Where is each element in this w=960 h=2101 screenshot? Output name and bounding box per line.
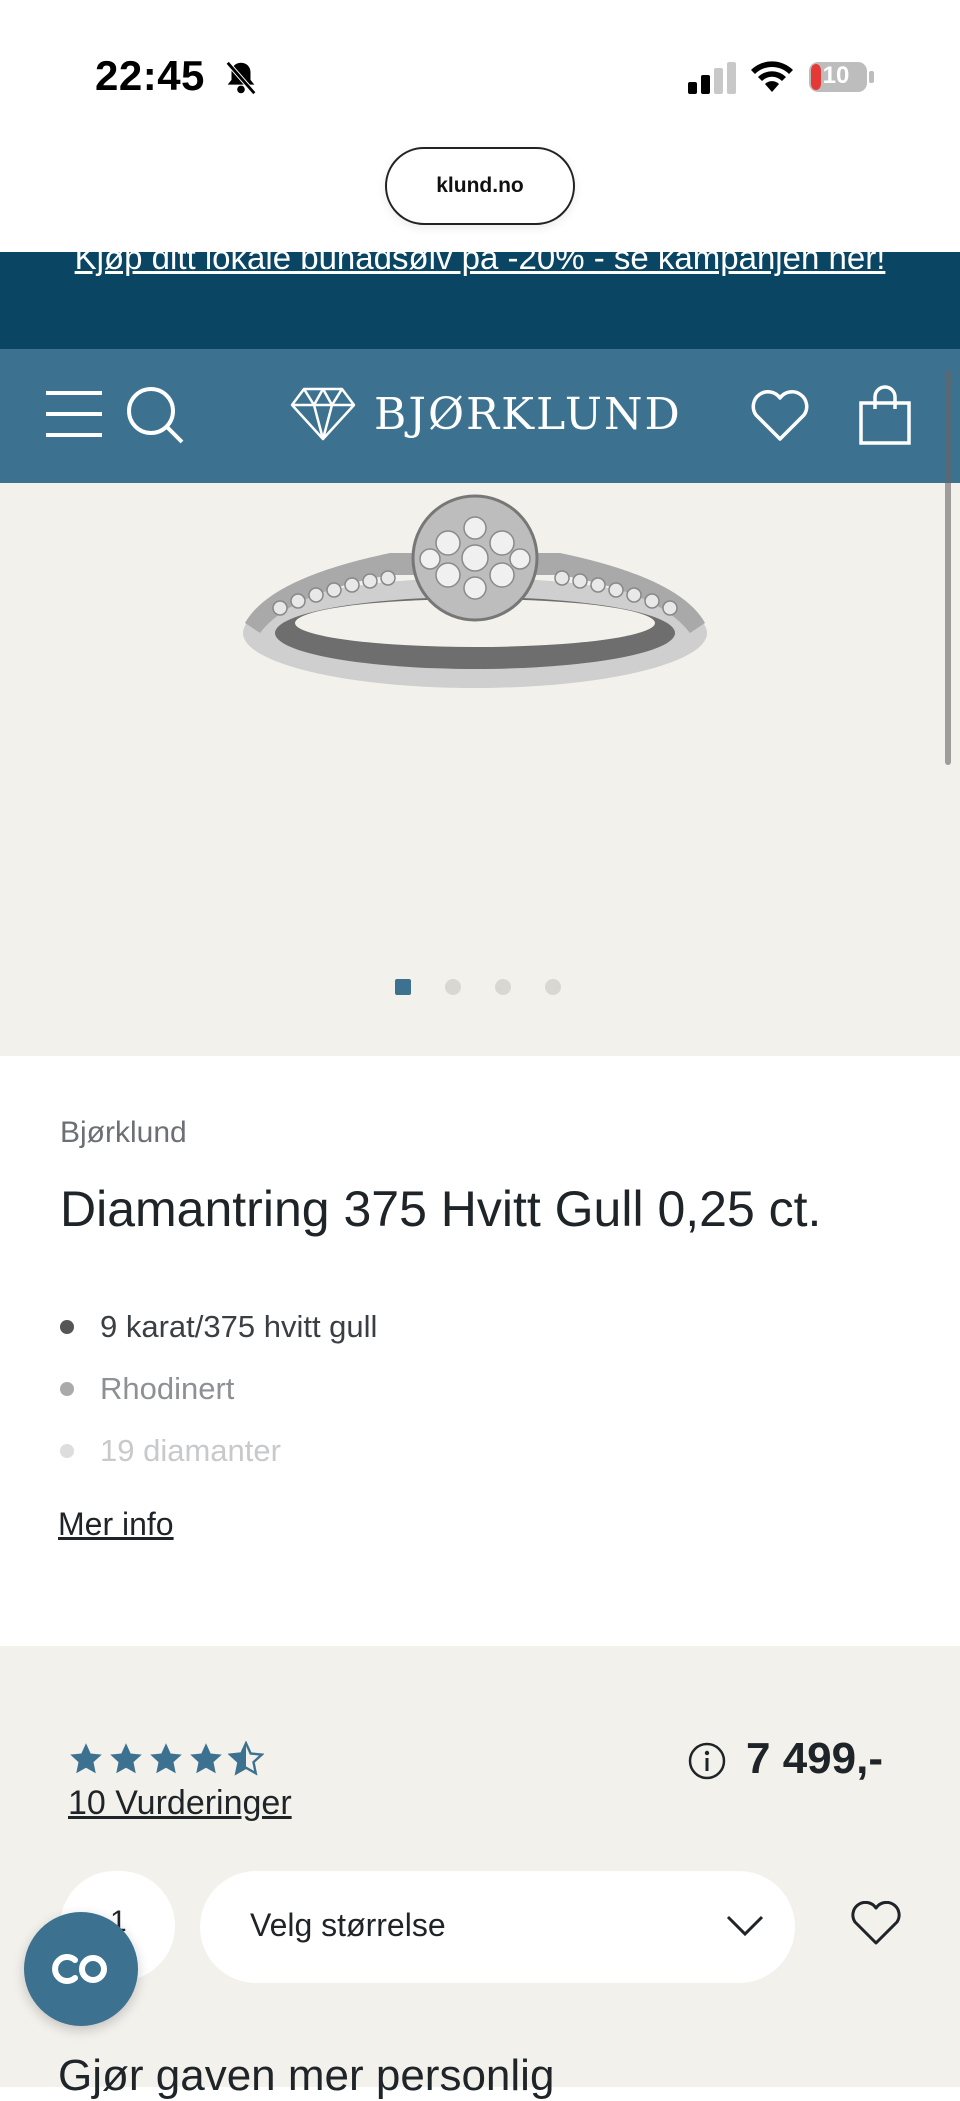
shopping-bag-icon[interactable]	[858, 385, 912, 445]
gallery-dot-1[interactable]	[395, 979, 411, 995]
star-full-icon	[150, 1743, 182, 1774]
rating-stars[interactable]	[68, 1741, 264, 1777]
brand-wordmark: BJØRKLUND	[374, 388, 682, 440]
feature-text: Rhodinert	[100, 1371, 235, 1406]
clock: 22:45	[95, 52, 205, 99]
gallery-pagination	[395, 979, 561, 995]
product-image-gallery[interactable]	[0, 483, 960, 1056]
star-half-icon	[228, 1741, 264, 1776]
star-full-icon	[190, 1743, 222, 1774]
feature-list: 9 karat/375 hvitt gull Rhodinert 19 diam…	[60, 1296, 860, 1482]
star-full-icon	[70, 1743, 102, 1774]
chat-button[interactable]	[24, 1912, 138, 2026]
feature-item: 9 karat/375 hvitt gull	[60, 1296, 860, 1358]
bullet-dot	[60, 1444, 74, 1458]
battery-level: 10	[822, 62, 850, 89]
brand-logo[interactable]: BJØRKLUND	[290, 387, 682, 441]
info-icon[interactable]	[688, 1742, 726, 1780]
bullet-dot	[60, 1320, 74, 1334]
chevron-down-icon	[726, 1915, 764, 1937]
site-header: BJØRKLUND	[0, 349, 960, 483]
product-price: 7 499,-	[746, 1734, 883, 1783]
address-bar[interactable]: klund.no	[385, 147, 575, 225]
feature-text: 19 diamanter	[100, 1433, 281, 1468]
wishlist-icon[interactable]	[750, 389, 810, 443]
more-info-link[interactable]: Mer info	[58, 1506, 174, 1543]
status-bar: 22:45 10	[0, 0, 960, 150]
feature-item: 19 diamanter	[60, 1420, 860, 1482]
ring-product-image	[243, 494, 707, 688]
gallery-dot-2[interactable]	[445, 979, 461, 995]
add-to-wishlist-icon[interactable]	[850, 1901, 902, 1947]
reviews-link[interactable]: 10 Vurderinger	[68, 1784, 292, 1823]
search-icon[interactable]	[125, 385, 185, 445]
size-select-label: Velg størrelse	[250, 1907, 446, 1943]
promo-banner[interactable]: Kjøp ditt lokale bunadsølv på -20% - se …	[0, 252, 960, 349]
personalize-heading: Gjør gaven mer personlig	[58, 2051, 555, 2100]
bullet-dot	[60, 1382, 74, 1396]
star-full-icon	[110, 1743, 142, 1774]
cellular-signal-icon	[688, 62, 736, 94]
product-title: Diamantring 375 Hvitt Gull 0,25 ct.	[60, 1181, 822, 1237]
size-select[interactable]: Velg størrelse	[200, 1871, 795, 1983]
purchase-panel: 10 Vurderinger 7 499,- 1 Velg størrelse …	[0, 1646, 960, 2100]
promo-link[interactable]: Kjøp ditt lokale bunadsølv på -20% - se …	[50, 252, 910, 286]
product-brand[interactable]: Bjørklund	[60, 1116, 187, 1150]
bell-muted-icon	[225, 61, 257, 95]
feature-text: 9 karat/375 hvitt gull	[100, 1309, 378, 1344]
menu-icon[interactable]	[46, 389, 102, 439]
diamond-icon	[290, 387, 356, 441]
gallery-dot-3[interactable]	[495, 979, 511, 995]
wifi-icon	[751, 61, 793, 92]
gallery-dot-4[interactable]	[545, 979, 561, 995]
page-scrollbar[interactable]	[945, 370, 951, 765]
product-info: Bjørklund Diamantring 375 Hvitt Gull 0,2…	[0, 1056, 960, 1646]
chat-logo-icon	[52, 1954, 107, 1984]
feature-item: Rhodinert	[60, 1358, 860, 1420]
